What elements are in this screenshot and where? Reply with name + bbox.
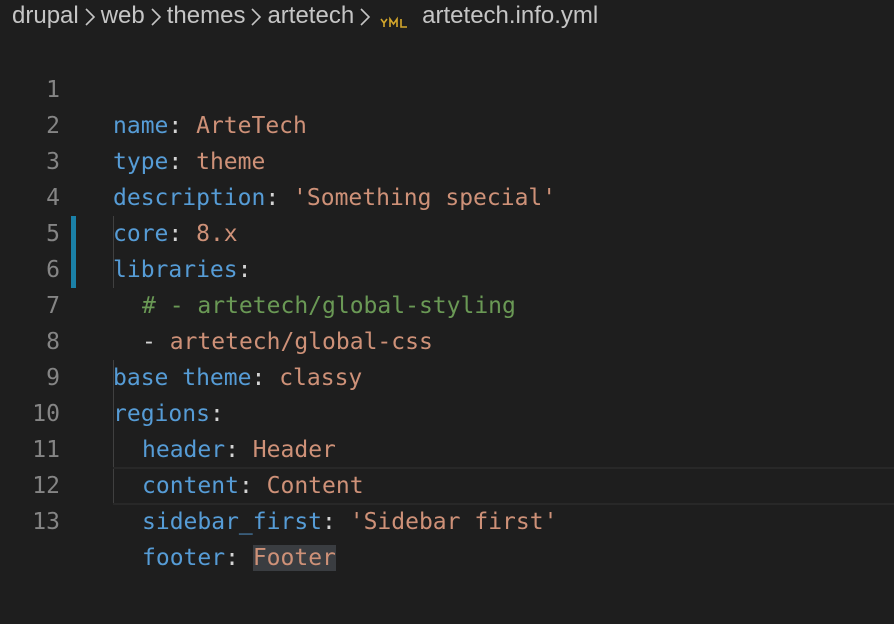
code-area[interactable]: 1 name: ArteTech 2 type: theme 3 descrip… [0,36,894,571]
yaml-value [239,545,253,571]
code-line-8[interactable]: 8 base theme: classy [0,288,894,391]
breadcrumb: drupal web themes artetech artetech.info… [12,0,598,32]
code-line-7[interactable]: 7 - artetech/global-css [0,252,894,355]
code-line-2[interactable]: 2 type: theme [0,72,894,175]
line-number: 13 [32,509,60,535]
code-line-12[interactable]: 12 sidebar_first: 'Sidebar first' [0,432,894,535]
breadcrumb-item-web[interactable]: web [101,2,145,30]
breadcrumb-item-themes[interactable]: themes [167,2,246,30]
yaml-colon: : [322,509,336,535]
breadcrumb-item-drupal[interactable]: drupal [12,2,79,30]
yaml-value: 'Sidebar first' [335,509,558,535]
code-line-9[interactable]: 9 regions: [0,324,894,427]
code-line-10[interactable]: 10 header: Header [0,360,894,463]
chevron-right-icon [145,2,167,30]
code-editor[interactable]: drupal web themes artetech artetech.info… [0,0,894,624]
breadcrumb-item-artetech[interactable]: artetech [267,2,354,30]
yaml-key: footer [142,545,226,571]
code-line-13[interactable]: 13 footer: Footer [0,468,894,571]
code-line-4[interactable]: 4 core: 8.x [0,144,894,247]
code-line-1[interactable]: 1 name: ArteTech [0,36,894,139]
code-line-3[interactable]: 3 description: 'Something special' [0,108,894,211]
chevron-right-icon [245,2,267,30]
chevron-right-icon [354,2,376,30]
code-line-11[interactable]: 11 content: Content [0,396,894,499]
yaml-colon: : [225,545,239,571]
yml-file-icon [380,9,410,28]
selected-word[interactable]: Footer [252,545,336,571]
yaml-key: sidebar_first [142,509,323,535]
breadcrumb-file-name[interactable]: artetech.info.yml [422,2,598,30]
code-line-6[interactable]: 6 # - artetech/global-styling [0,216,894,319]
chevron-right-icon [79,2,101,30]
code-line-5[interactable]: 5 libraries: [0,180,894,283]
